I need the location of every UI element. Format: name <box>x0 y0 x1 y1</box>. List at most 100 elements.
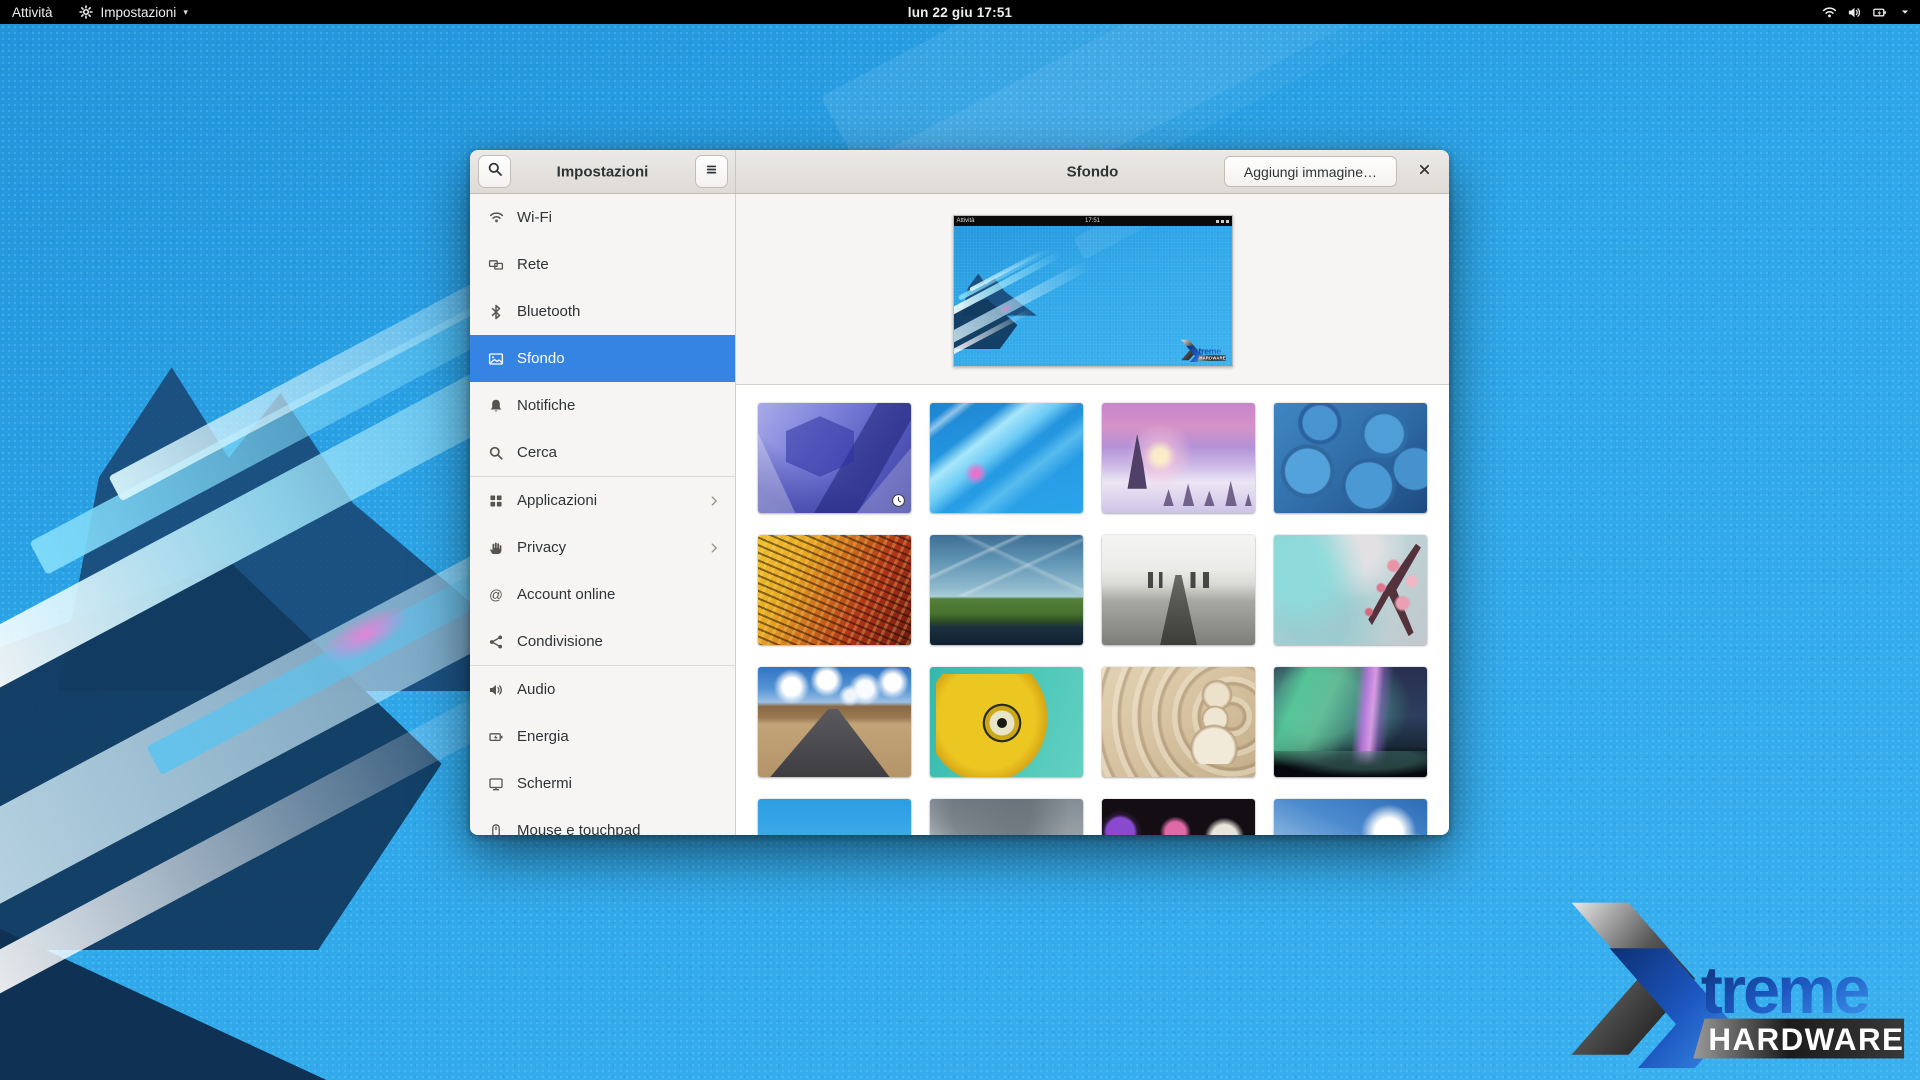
wallpaper-thumbnail-xtreme-blue-beams[interactable] <box>930 403 1083 513</box>
wallpaper-thumbnail-aurora-borealis[interactable] <box>1274 667 1427 777</box>
wallpaper-thumbnail-winter-sunset-trees[interactable] <box>1102 403 1255 513</box>
settings-sidebar: Wi-Fi Rete Bluetooth Sfondo Notifiche Cerca Ap… <box>470 194 736 835</box>
current-background-section: Attività 17:51 <box>736 194 1449 385</box>
chevron-down-icon <box>1897 5 1912 20</box>
mini-status-icon <box>1226 220 1229 223</box>
bluetooth-icon <box>488 304 504 320</box>
sidebar-item-label: Bluetooth <box>517 303 580 320</box>
headerbar[interactable]: Impostazioni Sfondo Aggiungi immagine… <box>470 150 1449 194</box>
status-area[interactable] <box>1822 5 1912 20</box>
desktop: Attività Impostazioni ▾ lun 22 giu 17:51… <box>0 0 1920 1080</box>
sidebar-item-account-online[interactable]: @ Account online <box>470 571 735 618</box>
wallpaper-thumbnail-yellow-frog[interactable] <box>930 667 1083 777</box>
menu-icon <box>704 162 719 182</box>
wifi-icon <box>1822 5 1837 20</box>
network-icon <box>488 257 504 273</box>
volume-icon <box>1847 5 1862 20</box>
sidebar-item-label: Mouse e touchpad <box>517 822 640 835</box>
sidebar-item-energia[interactable]: Energia <box>470 713 735 760</box>
clock-button[interactable]: lun 22 giu 17:51 <box>908 5 1012 20</box>
sidebar-item-notifiche[interactable]: Notifiche <box>470 382 735 429</box>
preview-status-icons <box>1216 220 1229 223</box>
speaker-icon <box>488 682 504 698</box>
preview-top-bar: Attività 17:51 <box>954 216 1232 226</box>
battery-icon <box>488 729 504 745</box>
gear-icon <box>79 5 94 20</box>
preview-clock: 17:51 <box>1085 218 1100 224</box>
close-icon <box>1417 162 1432 182</box>
wallpaper-icon <box>488 351 504 367</box>
wallpaper-thumbnail-overcast-sky[interactable] <box>930 799 1083 835</box>
sidebar-item-label: Notifiche <box>517 397 575 414</box>
wallpaper-thumbnail-colored-pencils[interactable] <box>1102 799 1255 835</box>
desktop-preview: Attività 17:51 <box>953 215 1233 367</box>
app-menu-label: Impostazioni <box>101 5 177 20</box>
chevron-down-icon: ▾ <box>183 7 188 18</box>
wallpaper-thumbnail-misty-pier-bw[interactable] <box>1102 535 1255 645</box>
mini-status-icon <box>1221 220 1224 223</box>
sidebar-item-label: Account online <box>517 586 615 603</box>
sidebar-item-privacy[interactable]: Privacy <box>470 524 735 571</box>
wallpaper-thumbnail-cherry-blossom[interactable] <box>1274 535 1427 645</box>
apps-grid-icon <box>488 493 504 509</box>
wallpaper-thumbnail-sky-clouds-deep[interactable] <box>1274 799 1427 835</box>
monitor-icon <box>488 776 504 792</box>
mouse-icon <box>488 823 504 836</box>
sidebar-item-label: Applicazioni <box>517 492 597 509</box>
gnome-top-bar: Attività Impostazioni ▾ lun 22 giu 17:51 <box>0 0 1920 24</box>
sidebar-item-label: Privacy <box>517 539 566 556</box>
xtreme-hardware-logo-mini <box>1179 339 1227 362</box>
hand-icon <box>488 540 504 556</box>
search-small-icon <box>488 445 504 461</box>
chevron-right-icon <box>707 494 721 508</box>
battery-charging-icon <box>1872 5 1887 20</box>
settings-window: Impostazioni Sfondo Aggiungi immagine… W… <box>470 150 1449 835</box>
menu-button[interactable] <box>695 155 728 188</box>
wallpaper-thumbnail-geometric-purple[interactable] <box>758 403 911 513</box>
wallpaper-thumbnail-desert-road[interactable] <box>758 667 911 777</box>
sidebar-item-label: Sfondo <box>517 350 565 367</box>
sidebar-item-label: Audio <box>517 681 555 698</box>
wallpaper-thumbnail-sky-clouds-light[interactable] <box>758 799 911 835</box>
sidebar-item-schermi[interactable]: Schermi <box>470 760 735 807</box>
mini-status-icon <box>1216 220 1219 223</box>
sidebar-item-label: Rete <box>517 256 549 273</box>
wallpaper-thumbnail-green-marshland[interactable] <box>930 535 1083 645</box>
sidebar-title: Impostazioni <box>557 163 649 180</box>
wifi-icon <box>488 210 504 226</box>
preview-screen <box>954 226 1232 366</box>
sidebar-item-rete[interactable]: Rete <box>470 241 735 288</box>
sidebar-item-mouse-touchpad[interactable]: Mouse e touchpad <box>470 807 735 835</box>
search-icon <box>487 161 503 182</box>
sidebar-item-wifi[interactable]: Wi-Fi <box>470 194 735 241</box>
sidebar-item-label: Schermi <box>517 775 572 792</box>
wallpaper-thumbnail-woven-fabric-macro[interactable] <box>758 535 911 645</box>
at-icon: @ <box>488 587 504 603</box>
sidebar-item-label: Energia <box>517 728 569 745</box>
add-image-button[interactable]: Aggiungi immagine… <box>1224 156 1397 187</box>
chevron-right-icon <box>707 541 721 555</box>
xtreme-hardware-logo <box>1560 897 1910 1068</box>
preview-activities-label: Attività <box>954 218 975 224</box>
sidebar-item-cerca[interactable]: Cerca <box>470 429 735 476</box>
search-button[interactable] <box>478 155 511 188</box>
sidebar-item-audio[interactable]: Audio <box>470 666 735 713</box>
headerbar-right: Sfondo Aggiungi immagine… <box>736 150 1449 193</box>
wallpaper-grid <box>736 385 1449 835</box>
app-menu-button[interactable]: Impostazioni ▾ <box>79 5 188 20</box>
sidebar-item-label: Cerca <box>517 444 557 461</box>
sidebar-item-condivisione[interactable]: Condivisione <box>470 618 735 665</box>
sidebar-item-applicazioni[interactable]: Applicazioni <box>470 477 735 524</box>
share-icon <box>488 634 504 650</box>
wallpaper-thumbnail-blue-discs[interactable] <box>1274 403 1427 513</box>
svg-text:@: @ <box>489 587 503 602</box>
sidebar-item-label: Wi-Fi <box>517 209 552 226</box>
wallpaper-thumbnail-zen-stones[interactable] <box>1102 667 1255 777</box>
sidebar-item-bluetooth[interactable]: Bluetooth <box>470 288 735 335</box>
close-button[interactable] <box>1411 159 1437 185</box>
sidebar-item-sfondo[interactable]: Sfondo <box>470 335 735 382</box>
bell-icon <box>488 398 504 414</box>
preview-wallpaper <box>954 226 1232 366</box>
activities-button[interactable]: Attività <box>12 5 53 20</box>
headerbar-left: Impostazioni <box>470 150 736 193</box>
